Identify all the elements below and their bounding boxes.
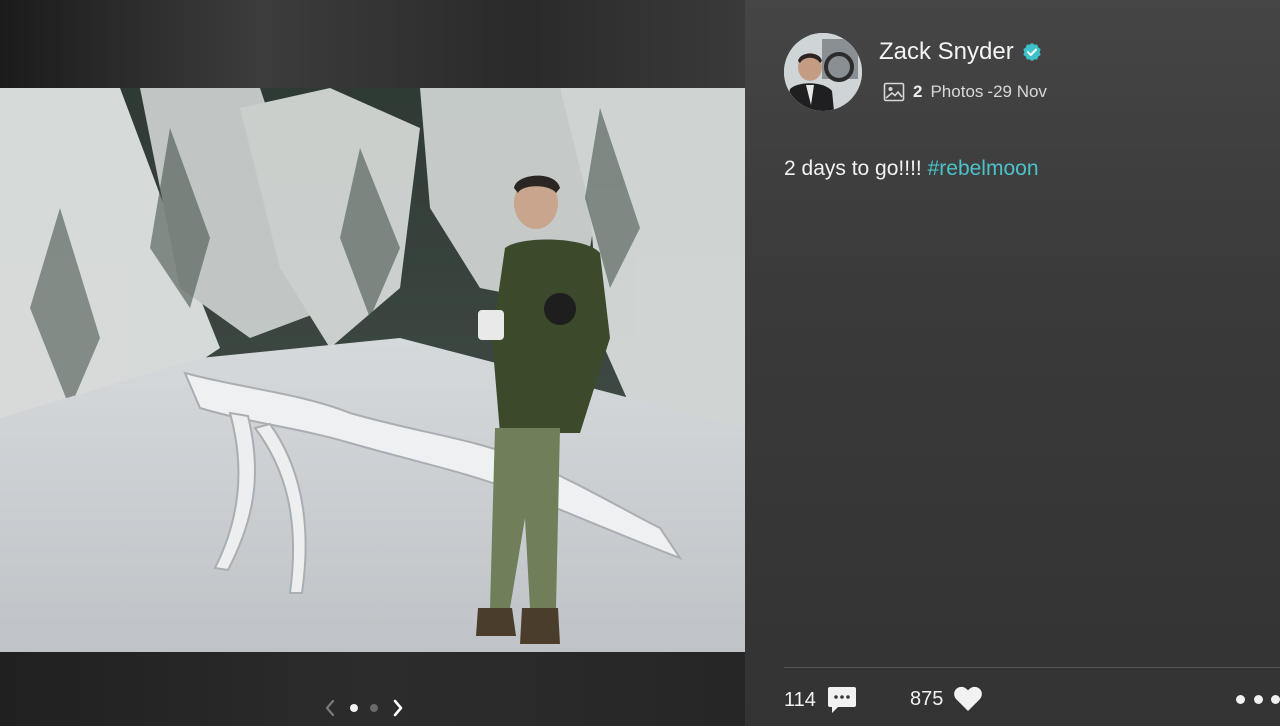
photo-count: 2 <box>913 82 923 101</box>
post-caption: 2 days to go!!!! #rebelmoon <box>784 157 1039 181</box>
photo-pager <box>322 696 422 720</box>
footer-divider <box>784 667 1280 668</box>
post-meta: 2 Photos -29 Nov <box>883 82 1047 102</box>
hashtag-link[interactable]: #rebelmoon <box>928 157 1039 180</box>
like-count: 875 <box>910 687 944 710</box>
blurred-backdrop-top <box>0 0 745 88</box>
author-name[interactable]: Zack Snyder <box>879 38 1014 66</box>
pager-dot-2[interactable] <box>370 704 378 712</box>
heart-icon <box>954 686 983 711</box>
photo-label: Photos <box>930 82 984 101</box>
speech-bubble-icon <box>827 687 856 713</box>
media-viewer <box>0 0 745 726</box>
chevron-left-icon[interactable] <box>322 696 338 720</box>
author-avatar[interactable] <box>784 33 862 111</box>
ellipsis-icon[interactable] <box>1236 692 1280 706</box>
likes-button[interactable]: 875 <box>910 686 983 712</box>
pager-dot-1[interactable] <box>350 704 358 712</box>
image-icon <box>883 82 905 102</box>
post-info-panel: Zack Snyder 2 Photos -29 Nov 2 days to g… <box>745 0 1280 726</box>
comments-button[interactable]: 114 <box>784 686 858 714</box>
caption-text: 2 days to go!!!! <box>784 157 928 180</box>
post-date: -29 Nov <box>987 82 1047 101</box>
verified-check-icon <box>1023 43 1041 61</box>
comment-count: 114 <box>784 688 816 711</box>
post-photo[interactable] <box>0 88 745 652</box>
author-name-row: Zack Snyder <box>879 38 1042 66</box>
chevron-right-icon[interactable] <box>390 696 406 720</box>
post-actions: 114 875 <box>784 686 1280 718</box>
